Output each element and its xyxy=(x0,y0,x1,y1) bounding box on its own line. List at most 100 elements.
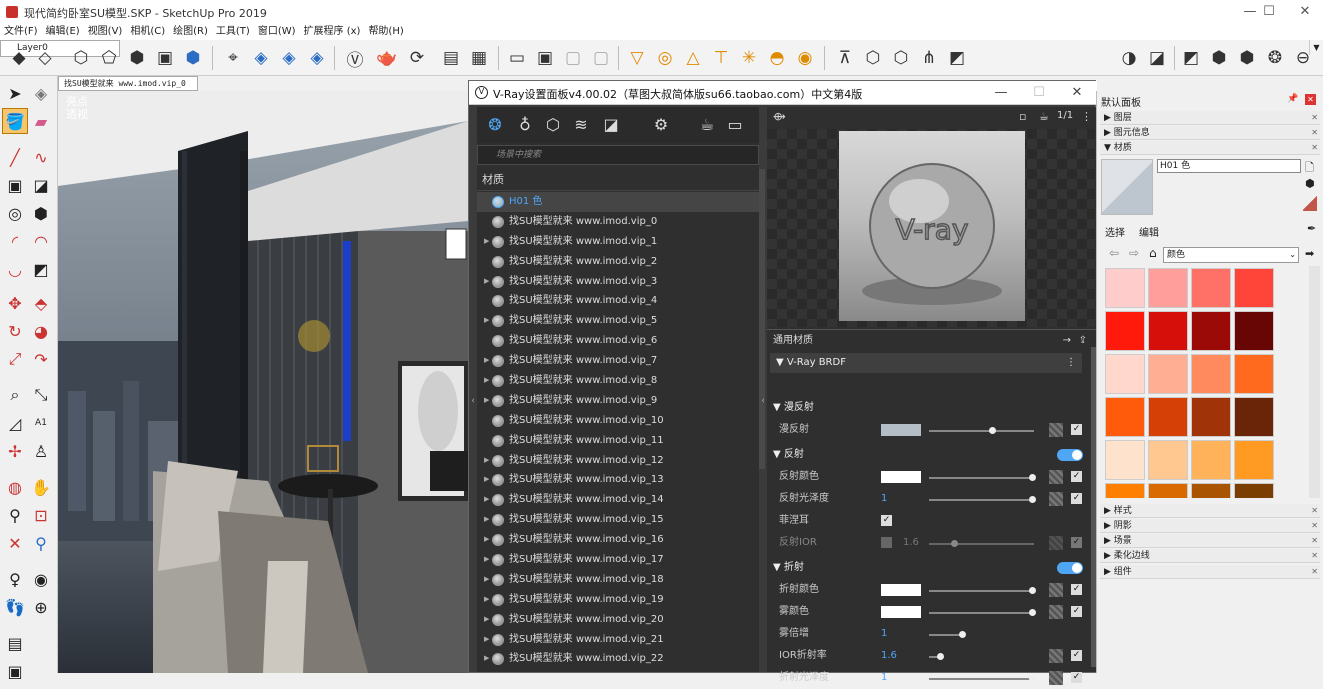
wireframe-icon[interactable]: ⬡ xyxy=(68,44,94,72)
expand-arrow-icon[interactable]: ▶ xyxy=(484,649,489,669)
expand-arrow-icon[interactable]: ▶ xyxy=(484,610,489,630)
expand-arrow-icon[interactable]: ▶ xyxy=(484,590,489,610)
section-cut-icon[interactable]: ▢ xyxy=(560,44,586,72)
rotate-icon[interactable]: ↻ xyxy=(2,318,28,344)
xray-style-icon[interactable]: ◆ xyxy=(6,44,32,72)
close-icon[interactable]: ✕ xyxy=(1311,504,1318,518)
union-icon[interactable]: ❂ xyxy=(1262,44,1288,72)
slider-knob[interactable] xyxy=(1029,675,1036,682)
settings-window-icon[interactable]: ▦ xyxy=(466,44,492,72)
texture-slot-icon[interactable] xyxy=(1049,470,1063,484)
expand-arrow-icon[interactable]: ▶ xyxy=(484,530,489,550)
preview-toggle-icon[interactable]: ⟴ xyxy=(773,110,786,123)
sphere-light-icon[interactable]: ◎ xyxy=(652,44,678,72)
reflection-section[interactable]: ▼ 反射 xyxy=(767,444,1097,466)
close-button[interactable]: ✕ xyxy=(1285,0,1323,24)
expand-arrow-icon[interactable]: ▶ xyxy=(484,550,489,570)
dimension-icon[interactable]: ⤡ xyxy=(28,382,54,408)
texture-slot-icon[interactable] xyxy=(1049,423,1063,437)
vray-close-button[interactable]: ✕ xyxy=(1059,81,1095,105)
brdf-more-icon[interactable]: ⋮ xyxy=(1066,353,1076,373)
texture-slot-icon[interactable] xyxy=(1049,492,1063,506)
material-item[interactable]: ▶ 找SU模型就来 www.imod.vip_12 xyxy=(477,451,759,471)
material-item[interactable]: ▶ 找SU模型就来 www.imod.vip_8 xyxy=(477,371,759,391)
fog-color-slider[interactable] xyxy=(929,609,1036,616)
material-item[interactable]: ▶ 找SU模型就来 www.imod.vip_5 xyxy=(477,311,759,331)
color-swatch[interactable] xyxy=(1191,440,1231,480)
expand-arrow-icon[interactable]: ▶ xyxy=(484,490,489,510)
shadows-panel-header[interactable]: ▶ 阴影 ✕ xyxy=(1100,519,1320,533)
soften-edges-panel-header[interactable]: ▶ 柔化边线 ✕ xyxy=(1100,549,1320,563)
expand-arrow-icon[interactable]: ▶ xyxy=(484,391,489,411)
diffuse-section[interactable]: ▼ 漫反射 xyxy=(767,397,1097,419)
monochrome-icon[interactable]: ⬢ xyxy=(180,44,206,72)
rectangle-icon[interactable]: ▣ xyxy=(2,172,28,198)
slider-knob[interactable] xyxy=(951,540,958,547)
make-component-icon[interactable]: ◈ xyxy=(28,80,54,106)
library-dropdown[interactable]: 颜色 ⌄ xyxy=(1163,247,1299,263)
refl-gloss-value[interactable]: 1 xyxy=(881,488,887,510)
material-item[interactable]: ▶ 找SU模型就来 www.imod.vip_7 xyxy=(477,351,759,371)
material-item[interactable]: 找SU模型就来 www.imod.vip_6 xyxy=(477,331,759,351)
fog-color-checkbox[interactable]: ✓ xyxy=(1071,606,1082,617)
arrow-right-icon[interactable]: → xyxy=(1063,330,1071,352)
scenes-panel-header[interactable]: ▶ 场景 ✕ xyxy=(1100,534,1320,548)
expand-arrow-icon[interactable]: ▶ xyxy=(484,371,489,391)
components-panel-header[interactable]: ▶ 组件 ✕ xyxy=(1100,565,1320,579)
texture-slot-icon[interactable] xyxy=(1049,649,1063,663)
front-view-icon[interactable]: ◈ xyxy=(276,44,302,72)
color-swatch[interactable] xyxy=(1148,311,1188,351)
close-icon[interactable]: ✕ xyxy=(1311,534,1318,548)
layers-tab-icon[interactable]: ≋ xyxy=(569,113,593,137)
diffuse-slider[interactable] xyxy=(929,427,1034,434)
protractor-icon[interactable]: ◿ xyxy=(2,410,28,436)
color-swatch[interactable] xyxy=(1148,440,1188,480)
material-item[interactable]: ▶ 找SU模型就来 www.imod.vip_15 xyxy=(477,510,759,530)
close-icon[interactable]: ✕ xyxy=(1311,126,1318,140)
vray-maximize-button[interactable]: ☐ xyxy=(1021,81,1057,105)
color-swatch[interactable] xyxy=(1191,354,1231,394)
slider-knob[interactable] xyxy=(959,631,966,638)
color-swatch[interactable] xyxy=(1148,483,1188,498)
line-icon[interactable]: ╱ xyxy=(2,144,28,170)
refl-ior-slider[interactable] xyxy=(929,540,1034,547)
position-camera-icon[interactable]: ♀ xyxy=(2,566,28,592)
lights-tab-icon[interactable]: ♁ xyxy=(513,113,537,137)
color-swatch[interactable] xyxy=(1234,268,1274,308)
entity-info-panel-header[interactable]: ▶ 图元信息 ✕ xyxy=(1100,126,1320,140)
right-view-icon[interactable]: ◈ xyxy=(304,44,330,72)
material-item[interactable]: 找SU模型就来 www.imod.vip_10 xyxy=(477,411,759,431)
eyedropper-icon[interactable]: ✒ xyxy=(1307,222,1316,235)
proxy-export-icon[interactable]: ⬡ xyxy=(860,44,886,72)
material-item[interactable]: ▶ 找SU模型就来 www.imod.vip_21 xyxy=(477,630,759,650)
refl-color-swatch[interactable] xyxy=(881,471,921,483)
intersect-icon[interactable]: ⬢ xyxy=(1234,44,1260,72)
menu-draw[interactable]: 绘图(R) xyxy=(169,24,212,40)
move-icon[interactable]: ✥ xyxy=(2,290,28,316)
interactive-render-icon[interactable]: ⟳ xyxy=(404,44,430,72)
refl-ior-checkbox[interactable]: ✓ xyxy=(1071,537,1082,548)
look-around-icon[interactable]: ◉ xyxy=(28,566,54,592)
color-swatch[interactable] xyxy=(1105,311,1145,351)
close-icon[interactable]: ✕ xyxy=(1311,141,1318,155)
forward-arrow-icon[interactable]: ⇨ xyxy=(1129,246,1139,260)
close-icon[interactable]: ✕ xyxy=(1311,519,1318,533)
ior-slider[interactable] xyxy=(929,653,944,660)
push-pull-icon[interactable]: ⬘ xyxy=(28,290,54,316)
material-item[interactable]: ▶ 找SU模型就来 www.imod.vip_19 xyxy=(477,590,759,610)
arc-icon[interactable]: ◜ xyxy=(2,228,28,254)
home-icon[interactable]: ⌂ xyxy=(1149,246,1157,260)
mesh-light-icon[interactable]: ◉ xyxy=(792,44,818,72)
collapse-left-icon[interactable]: ‹ xyxy=(469,391,477,411)
expand-arrow-icon[interactable]: ▶ xyxy=(484,470,489,490)
expand-arrow-icon[interactable]: ▶ xyxy=(484,510,489,530)
color-swatch[interactable] xyxy=(1105,483,1145,498)
outliner-icon[interactable]: ▤ xyxy=(2,630,28,656)
material-item[interactable]: 找SU模型就来 www.imod.vip_11 xyxy=(477,431,759,451)
three-point-arc-icon[interactable]: ◡ xyxy=(2,256,28,282)
section-plane-icon[interactable]: ⊕ xyxy=(28,594,54,620)
refl-gloss-checkbox[interactable]: ✓ xyxy=(1071,493,1082,504)
instructor-icon[interactable]: ▣ xyxy=(2,658,28,684)
zoom-icon[interactable]: ⚲ xyxy=(2,502,28,528)
color-swatch[interactable] xyxy=(1234,311,1274,351)
